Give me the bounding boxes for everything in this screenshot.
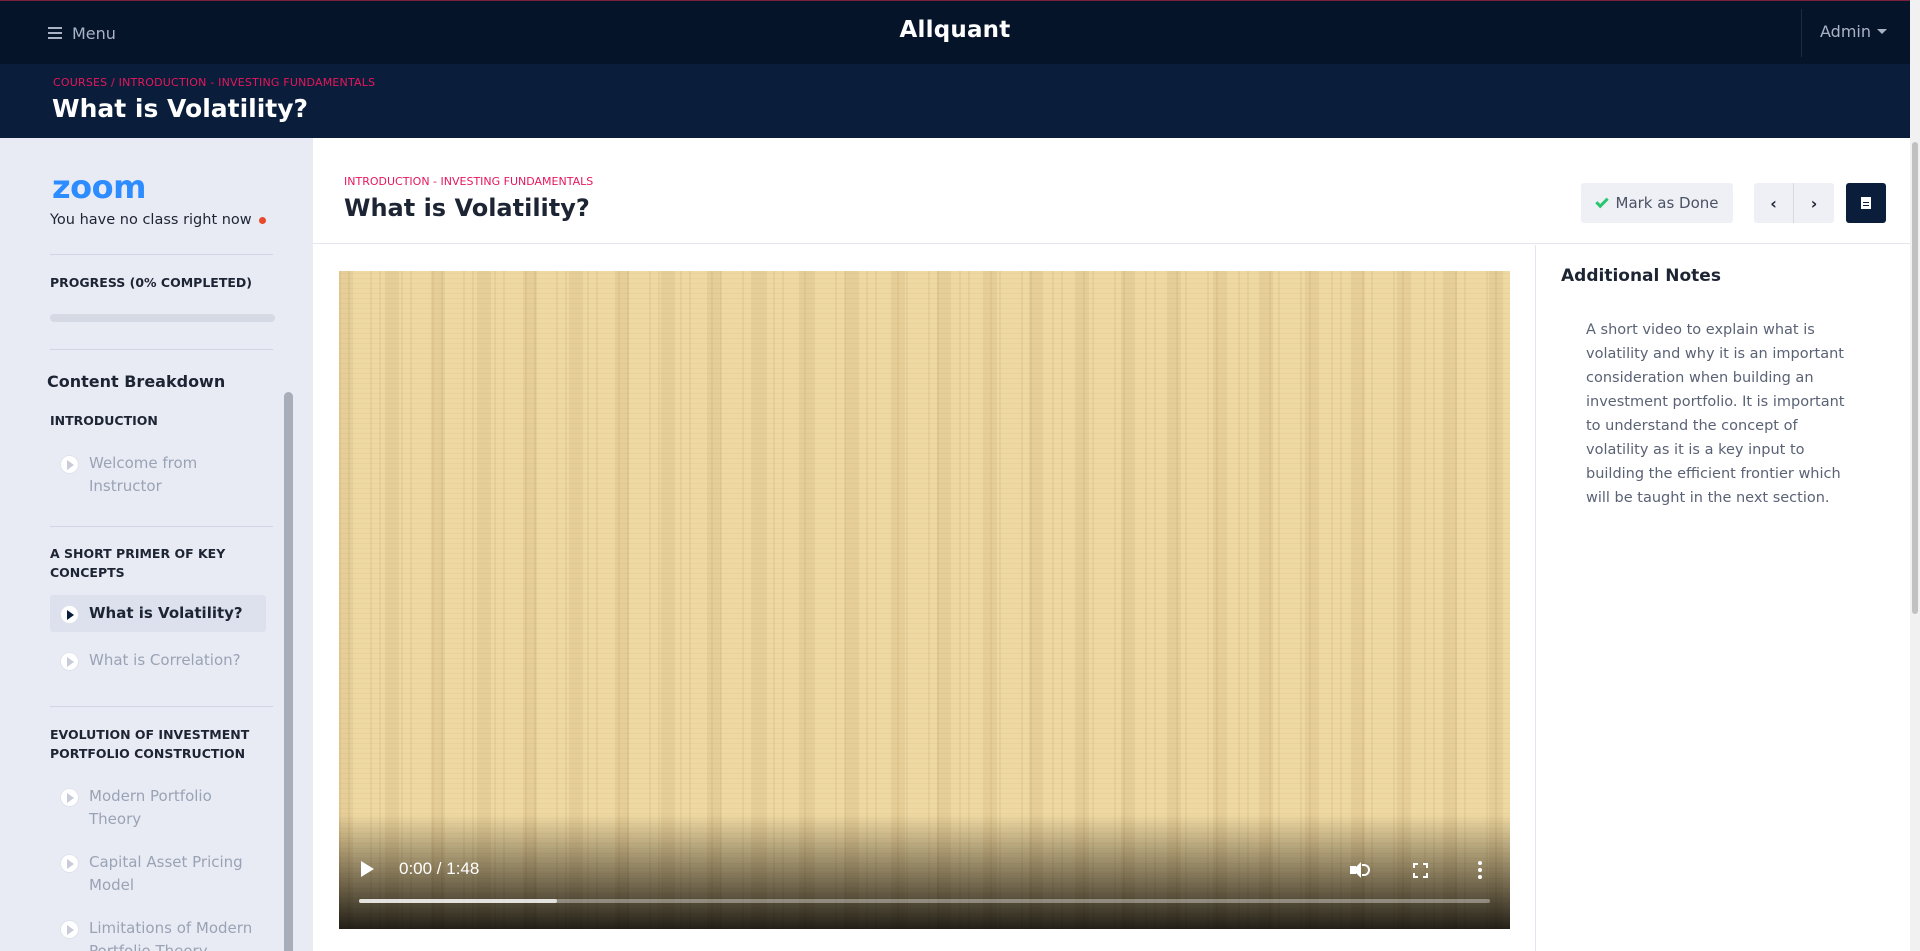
- lesson-item[interactable]: What is Correlation?: [50, 642, 266, 679]
- page-title: What is Volatility?: [52, 94, 309, 123]
- mark-as-done-label: Mark as Done: [1615, 194, 1719, 212]
- divider: [50, 526, 273, 527]
- play-icon: [60, 788, 79, 807]
- video-player[interactable]: 0:00 / 1:48: [339, 271, 1510, 929]
- lesson-item[interactable]: Modern Portfolio Theory: [50, 778, 266, 838]
- navbar-divider: [1801, 9, 1802, 57]
- play-icon: [60, 605, 79, 624]
- notes-title: Additional Notes: [1561, 266, 1721, 286]
- page-scrollbar[interactable]: [1910, 0, 1920, 951]
- previous-lesson-button[interactable]: ‹: [1754, 183, 1794, 223]
- notes-divider: [1535, 245, 1536, 951]
- caret-down-icon: [1877, 29, 1887, 34]
- zoom-logo: zoom: [52, 168, 146, 206]
- lesson-label: Modern Portfolio Theory: [89, 787, 212, 828]
- video-controls-overlay: [339, 814, 1510, 929]
- play-icon: [60, 455, 79, 474]
- lesson-label: Capital Asset Pricing Model: [89, 853, 243, 894]
- user-label: Admin: [1820, 22, 1871, 41]
- lesson-label: Limitations of Modern Portfolio Theory: [89, 919, 253, 951]
- progress-label: PROGRESS (0% COMPLETED): [50, 275, 252, 290]
- divider: [50, 254, 273, 255]
- notes-body: A short video to explain what is volatil…: [1586, 322, 1845, 506]
- document-button[interactable]: [1846, 183, 1886, 223]
- play-icon[interactable]: [361, 861, 374, 877]
- lesson-nav: ‹ ›: [1754, 183, 1834, 223]
- status-dot-icon: [258, 216, 266, 224]
- section-title: EVOLUTION OF INVESTMENT PORTFOLIO CONSTR…: [50, 727, 250, 761]
- video-buffer-fill: [359, 899, 557, 903]
- sidebar-scrollbar[interactable]: [284, 392, 293, 951]
- chevron-right-icon: ›: [1810, 193, 1818, 213]
- section-title: A SHORT PRIMER OF KEY CONCEPTS: [50, 546, 226, 580]
- lesson-header: INTRODUCTION - INVESTING FUNDAMENTALS Wh…: [313, 138, 1910, 244]
- top-navbar: Menu Allquant Admin: [0, 0, 1910, 64]
- chevron-left-icon: ‹: [1770, 193, 1777, 213]
- page-scrollbar-thumb[interactable]: [1912, 142, 1918, 614]
- lesson-item[interactable]: Limitations of Modern Portfolio Theory: [50, 910, 266, 951]
- divider: [50, 706, 273, 707]
- check-icon: [1594, 194, 1609, 208]
- breadcrumb[interactable]: COURSES / INTRODUCTION - INVESTING FUNDA…: [53, 76, 375, 89]
- next-lesson-button[interactable]: ›: [1794, 183, 1834, 223]
- lesson-item-active[interactable]: What is Volatility?: [50, 595, 266, 632]
- course-sidebar: zoom You have no class right now PROGRES…: [0, 138, 313, 951]
- play-icon: [60, 854, 79, 873]
- more-options-icon[interactable]: [1478, 861, 1482, 882]
- document-icon: [1861, 197, 1871, 209]
- lesson-breadcrumb: INTRODUCTION - INVESTING FUNDAMENTALS: [344, 175, 594, 188]
- progress-bar: [50, 314, 275, 322]
- lesson-title: What is Volatility?: [344, 194, 590, 222]
- lesson-item[interactable]: Welcome from Instructor: [50, 445, 266, 505]
- mark-as-done-button[interactable]: Mark as Done: [1581, 183, 1733, 223]
- lesson-label: What is Volatility?: [89, 604, 243, 622]
- zoom-status: You have no class right now: [50, 212, 266, 228]
- content-breakdown-title: Content Breakdown: [47, 372, 226, 391]
- video-progress-bar[interactable]: [359, 899, 1490, 903]
- lesson-item[interactable]: Capital Asset Pricing Model: [50, 844, 266, 904]
- zoom-status-text: You have no class right now: [50, 212, 252, 228]
- lesson-label: Welcome from Instructor: [89, 454, 198, 495]
- lesson-label: What is Correlation?: [89, 651, 241, 669]
- play-icon: [60, 920, 79, 939]
- play-icon: [60, 652, 79, 671]
- user-menu-button[interactable]: Admin: [1820, 22, 1887, 41]
- video-time: 0:00 / 1:48: [399, 859, 480, 878]
- brand-logo[interactable]: Allquant: [0, 17, 1910, 43]
- section-title: INTRODUCTION: [50, 413, 158, 428]
- divider: [50, 349, 273, 350]
- fullscreen-icon[interactable]: [1413, 863, 1428, 878]
- volume-icon[interactable]: [1350, 861, 1372, 879]
- page-header: COURSES / INTRODUCTION - INVESTING FUNDA…: [0, 64, 1910, 138]
